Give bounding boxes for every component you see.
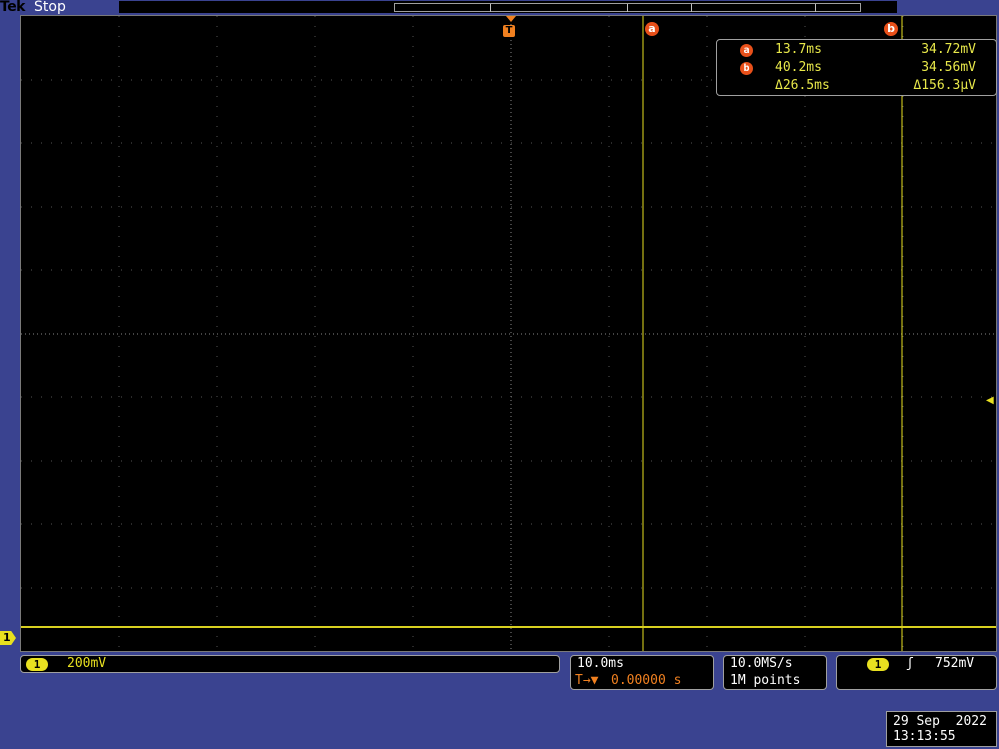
record-length: 1M points [730, 673, 801, 688]
cursor-readout: a 13.7ms 34.72mV b 40.2ms 34.56mV Δ26.5m… [716, 39, 997, 96]
time: 13:13:55 [893, 729, 956, 744]
date: 29 Sep 2022 [893, 714, 987, 729]
trigger-delay: 0.00000 s [611, 673, 682, 688]
channel-1-ground-marker[interactable]: 1 [0, 631, 16, 645]
cursor-a-icon: a [740, 44, 753, 57]
trigger-position-tick [627, 4, 628, 12]
cursor-b-icon: b [740, 62, 753, 75]
top-status-bar: Tek Stop [0, 0, 999, 16]
record-tick [490, 4, 491, 12]
brand-logo: Tek [0, 0, 26, 15]
record-tick [691, 4, 692, 12]
trigger-level-arrow-icon: ◀ [986, 395, 994, 406]
record-tick [815, 4, 816, 12]
date-time-display: 29 Sep 2022 13:13:55 [886, 711, 997, 747]
delta-voltage: Δ156.3µV [913, 78, 976, 93]
cursor-a-marker[interactable]: a [645, 22, 659, 36]
trigger-delay-icon: T→▼ [575, 673, 599, 688]
waveform-display[interactable] [20, 15, 997, 652]
record-view-window[interactable] [394, 3, 861, 12]
cursor-b-marker[interactable]: b [884, 22, 898, 36]
vertical-scale: 200mV [67, 656, 107, 671]
channel-1-badge: 1 [26, 658, 48, 671]
delta-time: Δ26.5ms [775, 78, 830, 93]
cursor-b-time: 40.2ms [775, 60, 822, 75]
trigger-panel[interactable]: 1 ʃ 752mV [836, 655, 997, 690]
cursor-a-time: 13.7ms [775, 42, 822, 57]
horizontal-scale: 10.0ms [577, 656, 624, 671]
acquisition-status: Stop [34, 0, 66, 15]
graticule-center-axes [21, 16, 996, 651]
trigger-level: 752mV [935, 656, 975, 671]
cursor-a-voltage: 34.72mV [921, 42, 976, 57]
trigger-source-badge: 1 [867, 658, 889, 671]
channel-1-vertical-panel[interactable]: 1 200mV [20, 655, 560, 673]
record-view-bar[interactable] [119, 1, 897, 13]
trigger-position-arrow [506, 16, 516, 22]
cursor-b-voltage: 34.56mV [921, 60, 976, 75]
acquisition-panel[interactable]: 10.0MS/s 1M points [723, 655, 827, 690]
trigger-position-marker[interactable]: T [503, 25, 515, 37]
rising-edge-icon: ʃ [906, 656, 914, 671]
graticule [21, 16, 996, 651]
horizontal-panel[interactable]: 10.0ms T→▼ 0.00000 s [570, 655, 714, 690]
sample-rate: 10.0MS/s [730, 656, 793, 671]
